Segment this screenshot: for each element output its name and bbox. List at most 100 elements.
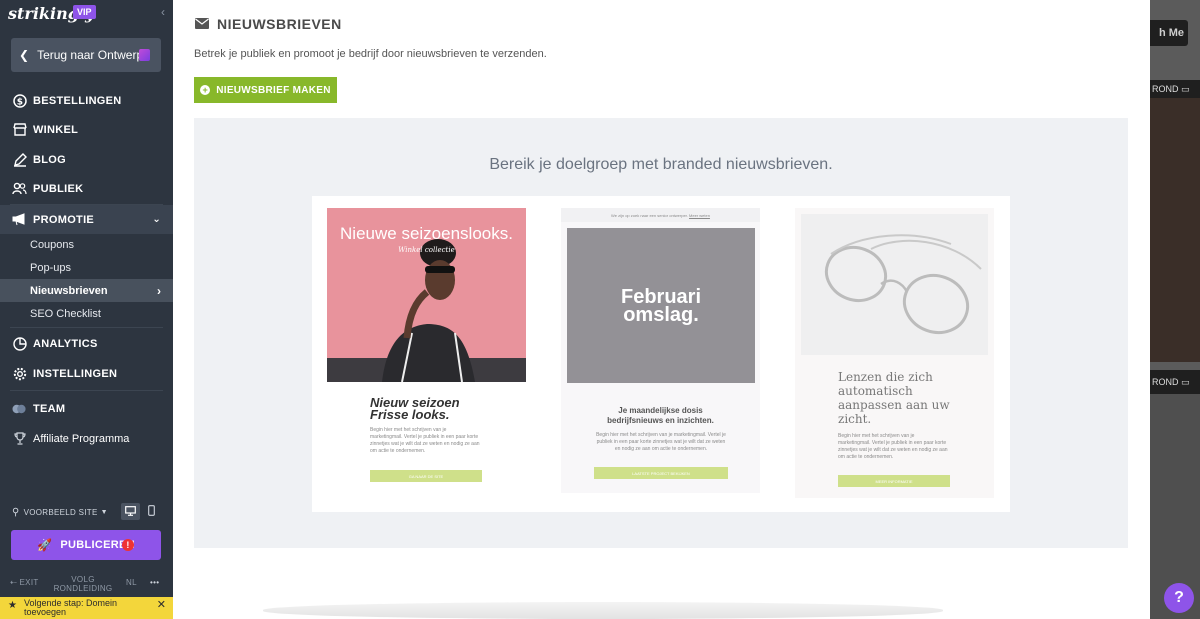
nav-bestellingen[interactable]: $ BESTELLINGEN <box>0 86 173 115</box>
language-label: NL <box>126 578 137 587</box>
nav-publiek[interactable]: PUBLIEK <box>0 174 173 203</box>
company-title-line1: Je maandelijkse dosis <box>618 406 703 415</box>
editor-badge-2: ROND ▭ <box>1150 370 1200 394</box>
plus-circle-icon: + <box>200 85 211 95</box>
editor-background: h Me ROND ▭ ROND ▭ <box>1140 0 1200 619</box>
subnav-label: Nieuwsbrieven <box>30 284 108 297</box>
pen-icon <box>12 152 27 167</box>
publish-button[interactable]: 🚀 PUBLICEREN ! <box>11 530 161 560</box>
svg-text:$: $ <box>16 97 23 107</box>
company-cta-button: LAATSTE PROJECT BEKIJKEN <box>594 467 728 479</box>
fashion-hero-image: Nieuwe seizoenslooks. Winkel collectie <box>327 208 526 382</box>
image-icon: ▭ <box>1181 376 1190 387</box>
bottom-shadow <box>263 602 943 619</box>
help-button[interactable]: ? <box>1164 583 1194 613</box>
gear-icon <box>12 366 27 381</box>
exit-button[interactable]: ⇠ EXIT <box>10 578 39 587</box>
preview-site-dropdown[interactable]: ⚲ VOORBEELD SITE ▼ <box>12 507 108 518</box>
dollar-icon: $ <box>12 93 27 108</box>
help-icon: ? <box>1174 589 1184 606</box>
alert-icon: ! <box>122 539 134 551</box>
image-icon: ▭ <box>1181 83 1190 94</box>
subnav-label: Pop-ups <box>30 261 71 274</box>
exit-label: EXIT <box>19 578 39 587</box>
nav-label: WINKEL <box>33 123 79 136</box>
subnav-popups[interactable]: Pop-ups <box>0 256 173 279</box>
fashion-subline: Winkel collectie <box>398 246 455 254</box>
mobile-icon <box>148 503 155 521</box>
chevron-down-icon: ⌄ <box>152 214 161 225</box>
nav-label: PROMOTIE <box>33 213 95 226</box>
subnav-nieuwsbrieven[interactable]: Nieuwsbrieven › <box>0 279 173 302</box>
more-button[interactable]: ••• <box>150 578 159 587</box>
divider <box>10 390 163 391</box>
chevron-left-icon: ❮ <box>19 48 30 62</box>
star-icon: ★ <box>8 600 17 611</box>
editor-image-1 <box>1150 97 1200 362</box>
desktop-view-button[interactable] <box>121 503 140 520</box>
megaphone-icon <box>12 212 27 227</box>
caret-down-icon: ▼ <box>100 509 108 516</box>
search-icon: ⚲ <box>12 507 20 518</box>
subnav-label: Coupons <box>30 238 75 251</box>
subnav-coupons[interactable]: Coupons <box>0 233 173 256</box>
subnav-seo-checklist[interactable]: SEO Checklist <box>0 302 173 325</box>
nav-label: BLOG <box>33 153 66 166</box>
eyewear-title: Lenzen die zich automatisch aanpassen aa… <box>838 370 950 426</box>
company-cover: Februari omslag. <box>567 228 755 383</box>
nav-winkel[interactable]: WINKEL <box>0 115 173 144</box>
tour-label-2: RONDLEIDING <box>53 584 113 593</box>
desktop-icon <box>125 503 136 521</box>
nav-team[interactable]: TEAM <box>0 394 173 423</box>
next-step-banner[interactable]: ★ Volgende stap: Domein toevoegen ✕ <box>0 597 173 619</box>
template-preview-strip: Nieuwe seizoenslooks. Winkel collectie N… <box>312 196 1010 512</box>
arrow-left-icon: ⇠ <box>10 578 18 587</box>
next-step-text-2: toevoegen <box>24 607 67 617</box>
envelope-icon <box>195 16 209 32</box>
fashion-headline: Nieuwe seizoenslooks. <box>340 224 513 243</box>
nav-label: ANALYTICS <box>33 337 98 350</box>
company-cover-line2: omslag. <box>623 304 699 326</box>
back-to-design-button[interactable]: ❮ Terug naar Ontwerp <box>11 38 161 72</box>
nav-analytics[interactable]: ANALYTICS <box>0 329 173 358</box>
users-icon <box>12 181 27 196</box>
mobile-view-button[interactable] <box>142 503 161 520</box>
template-card-company-news[interactable]: We zijn op zoek naar een senior ontwerpe… <box>561 208 760 493</box>
eyewear-body: Begin hier met het schrijven van je mark… <box>838 433 948 460</box>
rocket-icon: 🚀 <box>37 538 53 552</box>
create-newsletter-button[interactable]: + NIEUWSBRIEF MAKEN <box>194 77 337 103</box>
template-card-eyewear[interactable]: Lenzen die zich automatisch aanpassen aa… <box>795 208 994 498</box>
fashion-body: Begin hier met het schrijven van je mark… <box>370 427 480 454</box>
eyewear-cta-button: MEER INFORMATIE <box>838 475 950 487</box>
glasses-illustration <box>824 234 982 334</box>
modal-title-text: NIEUWSBRIEVEN <box>217 16 342 32</box>
create-newsletter-label: NIEUWSBRIEF MAKEN <box>216 84 331 96</box>
templates-panel: Bereik je doelgroep met branded nieuwsbr… <box>194 118 1128 548</box>
back-to-design-label: Terug naar Ontwerp <box>37 48 144 62</box>
company-title: Je maandelijkse dosis bedrijfsnieuws en … <box>561 406 760 426</box>
company-title-line2: bedrijfsnieuws en inzichten. <box>607 416 714 425</box>
close-icon[interactable]: ✕ <box>157 600 166 611</box>
nav-label: Affiliate Programma <box>33 432 130 445</box>
divider <box>10 327 163 328</box>
nav-affiliate[interactable]: Affiliate Programma <box>0 424 173 453</box>
nav-blog[interactable]: BLOG <box>0 145 173 174</box>
tour-button[interactable]: VOLG RONDLEIDING <box>53 575 113 593</box>
editor-badge-1: ROND ▭ <box>1150 80 1200 98</box>
subnav-label: SEO Checklist <box>30 307 101 320</box>
trophy-icon <box>12 431 27 446</box>
nav-promotie[interactable]: PROMOTIE ⌄ <box>0 205 173 234</box>
collapse-sidebar-icon[interactable]: ‹ <box>161 5 165 19</box>
company-body: Begin hier met het schrijven van je mark… <box>596 432 726 452</box>
editor-badge-2-label: ROND <box>1152 377 1179 387</box>
template-card-fashion[interactable]: Nieuwe seizoenslooks. Winkel collectie N… <box>327 208 526 498</box>
company-top-note: We zijn op zoek naar een senior ontwerpe… <box>561 208 760 222</box>
editor-badge-1-label: ROND <box>1152 84 1179 94</box>
nav-instellingen[interactable]: INSTELLINGEN <box>0 359 173 388</box>
eyewear-image <box>801 214 988 355</box>
preview-site-label: VOORBEELD SITE <box>23 508 98 517</box>
language-button[interactable]: NL <box>126 578 137 587</box>
design-icon <box>139 49 150 61</box>
fashion-title: Nieuw seizoen Frisse looks. <box>370 396 460 421</box>
nav-label: INSTELLINGEN <box>33 367 118 380</box>
